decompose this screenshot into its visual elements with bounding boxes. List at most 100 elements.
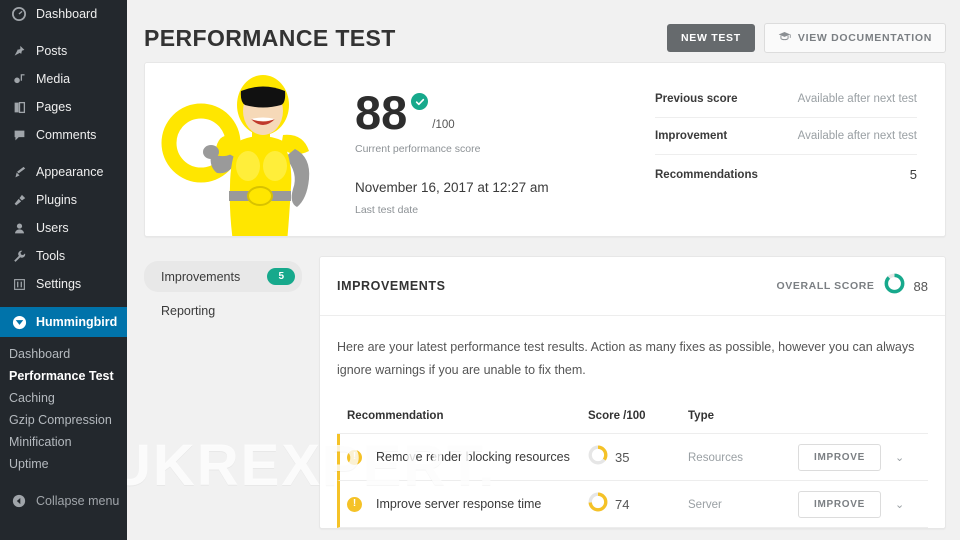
sidebar-item-media[interactable]: Media — [0, 65, 127, 93]
sidebar-item-label: Pages — [36, 100, 72, 114]
superhero-mascot-illustration — [145, 63, 355, 236]
sidebar-item-hummingbird[interactable]: Hummingbird — [0, 307, 135, 337]
sidebar-item-label: Tools — [36, 249, 66, 263]
recommendation-type-cell: Resources — [688, 448, 798, 466]
type-value: Resources — [688, 452, 743, 465]
collapse-menu-label: Collapse menu — [36, 494, 120, 508]
stat-value: Available after next test — [797, 93, 917, 105]
improvements-panel-body: Here are your latest performance test re… — [320, 316, 945, 529]
column-header-type: Type — [688, 410, 714, 423]
tab-label: Reporting — [161, 304, 216, 318]
new-test-button[interactable]: NEW TEST — [667, 24, 755, 52]
submenu-item-minification[interactable]: Minification — [0, 431, 127, 453]
sidebar-item-plugins[interactable]: Plugins — [0, 186, 127, 214]
submenu-item-label: Minification — [9, 435, 72, 449]
stat-label: Improvement — [655, 130, 728, 142]
column-header-recommendation: Recommendation — [347, 410, 444, 423]
current-score-block: 88 /100 Current performance score Novemb… — [355, 63, 655, 236]
score-value: 74 — [615, 496, 630, 512]
recommendation-score-cell: 35 — [588, 445, 688, 470]
submenu-item-label: Performance Test — [9, 369, 114, 383]
tab-improvements[interactable]: Improvements 5 — [144, 261, 302, 292]
overall-score-value: 88 — [913, 278, 928, 294]
submenu-item-gzip-compression[interactable]: Gzip Compression — [0, 409, 127, 431]
submenu-item-performance-test[interactable]: Performance Test — [0, 365, 127, 387]
results-region: Improvements 5 Reporting IMPROVEMENTS OV… — [144, 256, 946, 530]
overall-score-label: OVERALL SCORE — [776, 280, 875, 292]
performance-summary-card: 88 /100 Current performance score Novemb… — [144, 62, 946, 237]
table-row[interactable]: ! Improve server response time 74 Server… — [337, 481, 928, 529]
recommendation-name: Remove render blocking resources — [376, 450, 570, 465]
dashboard-icon — [9, 7, 29, 21]
sidebar-item-label: Posts — [36, 44, 68, 58]
table-row[interactable]: ! Remove render blocking resources 35 Re… — [337, 434, 928, 482]
improvements-title: IMPROVEMENTS — [337, 279, 446, 293]
view-documentation-button[interactable]: VIEW DOCUMENTATION — [763, 23, 946, 53]
recommendation-actions-cell: IMPROVE ⌄ — [798, 490, 928, 518]
sidebar-item-appearance[interactable]: Appearance — [0, 158, 127, 186]
sidebar-item-dashboard[interactable]: Dashboard — [0, 0, 127, 28]
sidebar-item-label: Appearance — [36, 165, 104, 179]
score-donut-icon — [588, 492, 608, 517]
sidebar-item-settings[interactable]: Settings — [0, 270, 127, 298]
sidebar-divider — [0, 298, 127, 307]
sidebar-item-users[interactable]: Users — [0, 214, 127, 242]
recommendation-name: Improve server response time — [376, 497, 542, 512]
sidebar-item-label: Hummingbird — [36, 315, 118, 329]
tab-reporting[interactable]: Reporting — [144, 297, 302, 325]
plug-icon — [9, 194, 29, 207]
score-row: 88 /100 — [355, 86, 655, 139]
stat-value: 5 — [909, 167, 917, 182]
stat-row-improvement: Improvement Available after next test — [655, 118, 917, 155]
recommendation-actions-cell: IMPROVE ⌄ — [798, 443, 928, 471]
sidebar-item-posts[interactable]: Posts — [0, 37, 127, 65]
tab-label: Improvements — [161, 269, 241, 284]
collapse-menu-button[interactable]: Collapse menu — [0, 487, 127, 515]
pin-icon — [9, 45, 29, 58]
recommendation-type-cell: Server — [688, 495, 798, 513]
sidebar-item-label: Comments — [36, 128, 97, 142]
current-score-value: 88 — [355, 86, 408, 139]
active-menu-arrow — [127, 314, 135, 330]
current-score-caption: Current performance score — [355, 143, 481, 156]
stat-row-previous-score: Previous score Available after next test — [655, 81, 917, 118]
page-header: PERFORMANCE TEST NEW TEST VIEW DOCUMENTA… — [127, 0, 960, 62]
submenu-item-dashboard[interactable]: Dashboard — [0, 343, 127, 365]
results-tabs: Improvements 5 Reporting — [144, 256, 302, 330]
sidebar-divider — [0, 28, 127, 37]
admin-sidebar: Dashboard Posts Media Pages Comments App… — [0, 0, 135, 540]
chevron-down-icon[interactable]: ⌄ — [895, 451, 904, 464]
sidebar-item-comments[interactable]: Comments — [0, 121, 127, 149]
hummingbird-icon — [9, 315, 29, 330]
sidebar-item-label: Plugins — [36, 193, 77, 207]
sidebar-item-label: Settings — [36, 277, 82, 291]
warning-icon: ! — [347, 496, 362, 512]
sidebar-item-label: Dashboard — [36, 7, 98, 21]
chevron-down-icon[interactable]: ⌄ — [895, 498, 904, 511]
wrench-icon — [9, 250, 29, 263]
check-circle-icon — [411, 93, 429, 110]
last-test-date-caption: Last test date — [355, 204, 419, 217]
improvements-panel: IMPROVEMENTS OVERALL SCORE 88 Here are y… — [319, 256, 946, 530]
improvements-panel-header: IMPROVEMENTS OVERALL SCORE 88 — [320, 257, 945, 316]
graduation-cap-icon — [778, 31, 791, 45]
sidebar-item-label: Media — [36, 72, 71, 86]
score-value: 35 — [615, 449, 630, 465]
page-title: PERFORMANCE TEST — [144, 24, 396, 51]
stat-value: Available after next test — [797, 130, 917, 142]
main-content: UKREXPERT. PERFORMANCE TEST NEW TEST VIE… — [127, 0, 960, 540]
brush-icon — [9, 166, 29, 179]
submenu-item-uptime[interactable]: Uptime — [0, 453, 127, 475]
improve-button[interactable]: IMPROVE — [798, 443, 882, 471]
sidebar-item-label: Users — [36, 221, 69, 235]
sidebar-item-tools[interactable]: Tools — [0, 242, 127, 270]
improve-button[interactable]: IMPROVE — [798, 490, 882, 518]
view-documentation-label: VIEW DOCUMENTATION — [797, 32, 932, 44]
sidebar-item-pages[interactable]: Pages — [0, 93, 127, 121]
stat-label: Previous score — [655, 93, 738, 105]
submenu-item-caching[interactable]: Caching — [0, 387, 127, 409]
media-icon — [9, 73, 29, 86]
overall-score-donut-icon — [884, 273, 905, 299]
pages-icon — [9, 101, 29, 114]
score-denominator: /100 — [432, 119, 455, 132]
